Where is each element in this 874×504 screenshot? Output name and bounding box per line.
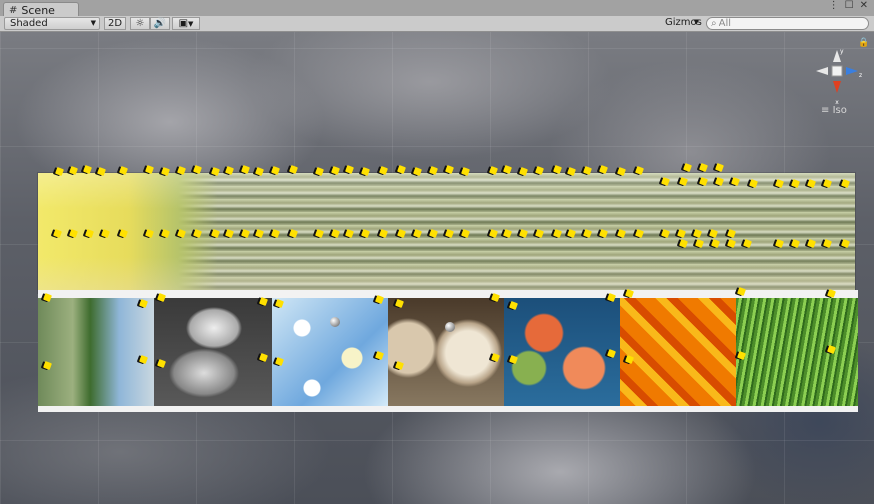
- gizmo-y-label: y: [840, 48, 844, 55]
- tile-fruit[interactable]: [504, 298, 620, 410]
- search-icon: ⌕: [711, 18, 717, 29]
- sun-icon: ☼: [135, 18, 145, 29]
- close-icon[interactable]: ✕: [860, 0, 868, 11]
- projection-label[interactable]: ≡ Iso: [821, 105, 847, 116]
- effects-dropdown[interactable]: ▣▼: [172, 17, 200, 30]
- scene-viewport[interactable]: 🔒 x z y ≡ Iso: [0, 32, 874, 504]
- chevron-down-icon: ▼: [90, 19, 96, 27]
- gizmo-x-arrow[interactable]: [833, 81, 841, 93]
- scene-toolbar: Shaded ▼ 2D ☼ 🔊 ▣▼ Gizmos ▼ ⌕: [0, 16, 874, 32]
- gizmo-z-arrow[interactable]: [846, 67, 858, 75]
- menu-icon[interactable]: ⋮: [829, 0, 839, 11]
- tile-grass[interactable]: [736, 298, 858, 410]
- tile-flowers[interactable]: [272, 298, 388, 410]
- toggle-2d-button[interactable]: 2D: [104, 17, 126, 30]
- chevron-down-icon: ▼: [693, 18, 699, 26]
- window-tab-bar: # Scene ⋮ ☐ ✕: [0, 0, 874, 17]
- gizmos-dropdown[interactable]: Gizmos ▼: [660, 17, 702, 30]
- draw-mode-label: Shaded: [10, 18, 48, 29]
- tile-landscape[interactable]: [38, 298, 154, 410]
- draw-mode-dropdown[interactable]: Shaded ▼: [4, 17, 100, 30]
- gizmo-neg-x-arrow[interactable]: [816, 67, 828, 75]
- image-tile-row: [38, 298, 858, 410]
- search-input[interactable]: [718, 18, 849, 29]
- tile-monochrome[interactable]: [154, 298, 272, 410]
- gizmo-center-cube[interactable]: [831, 65, 843, 77]
- lighting-toggle-button[interactable]: ☼: [130, 17, 150, 30]
- tile-orange-blocks[interactable]: [620, 298, 736, 410]
- search-box[interactable]: ⌕: [706, 17, 869, 30]
- maximize-icon[interactable]: ☐: [845, 0, 854, 11]
- hash-grid-icon: #: [9, 4, 18, 16]
- white-border-strip-bottom: [38, 406, 858, 412]
- audio-toggle-button[interactable]: 🔊: [150, 17, 170, 30]
- speaker-icon: 🔊: [153, 18, 167, 29]
- chevron-down-icon: ▼: [188, 20, 194, 28]
- tab-scene[interactable]: # Scene: [3, 2, 79, 17]
- tile-coffee[interactable]: [388, 298, 504, 410]
- iso-label: Iso: [832, 105, 847, 116]
- pivot-sphere[interactable]: [445, 322, 455, 332]
- pivot-sphere[interactable]: [330, 317, 340, 327]
- window-controls: ⋮ ☐ ✕: [829, 0, 868, 11]
- image-icon: ▣: [178, 18, 189, 29]
- tab-scene-label: Scene: [21, 3, 55, 17]
- gizmo-z-label: z: [859, 72, 862, 79]
